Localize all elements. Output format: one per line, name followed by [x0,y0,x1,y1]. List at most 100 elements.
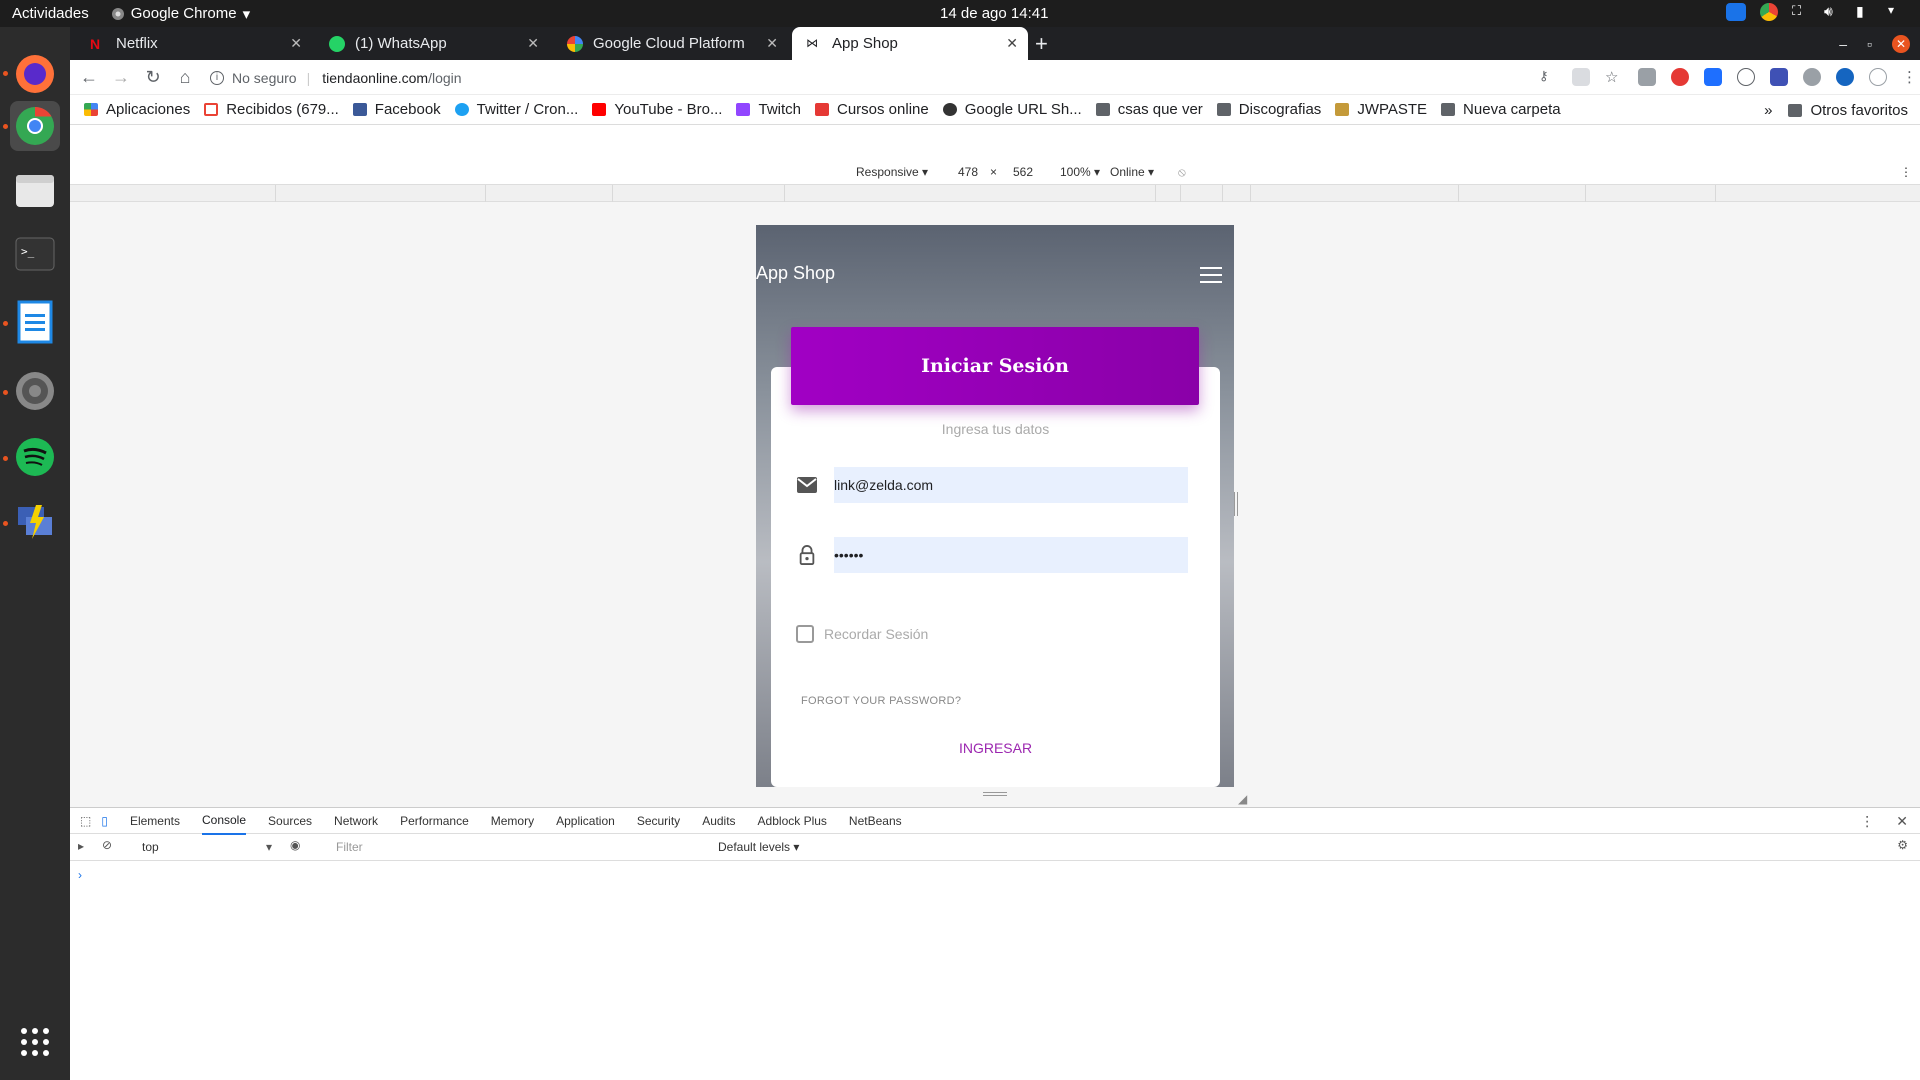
bookmark-youtube[interactable]: YouTube - Bro... [592,101,722,118]
profile-avatar[interactable] [1869,68,1887,86]
more-options-icon[interactable]: ⋮ [1900,165,1912,179]
other-bookmarks[interactable]: Otros favoritos [1788,102,1908,119]
console-filter-input[interactable]: Filter [328,838,708,857]
tab-performance[interactable]: Performance [400,808,469,834]
remote-desktop-icon[interactable] [10,497,60,547]
system-tray[interactable]: ⛶ 🔊︎ ▮ ▾ [1726,3,1906,21]
tab-google-cloud[interactable]: Google Cloud Platform ✕ [553,27,788,60]
width-resize-handle[interactable] [1234,492,1238,516]
bookmark-jwpaste[interactable]: JWPASTE [1335,101,1427,118]
new-tab-button[interactable]: + [1035,31,1048,57]
settings-icon[interactable] [10,366,60,416]
tab-whatsapp[interactable]: (1) WhatsApp ✕ [315,27,549,60]
clock[interactable]: 14 de ago 14:41 [940,5,1048,22]
bookmark-folder-nueva[interactable]: Nueva carpeta [1441,101,1561,118]
tab-netflix[interactable]: N Netflix ✕ [76,27,312,60]
network-icon[interactable]: ⛶ [1792,3,1810,21]
terminal-icon[interactable]: >_ [10,229,60,279]
context-select[interactable]: top ▾ [142,840,272,854]
inspect-element-icon[interactable]: ⬚ [80,814,91,828]
extension-icon[interactable] [1638,68,1656,86]
tab-netbeans[interactable]: NetBeans [849,808,902,834]
tab-audits[interactable]: Audits [702,808,735,834]
tab-adblock-plus[interactable]: Adblock Plus [758,808,827,834]
media-query-ruler[interactable] [70,185,1920,202]
login-submit-button[interactable]: INGRESAR [771,740,1220,756]
devtools-menu-icon[interactable]: ⋮ [1860,813,1874,830]
sidebar-toggle-icon[interactable]: ▸ [78,839,84,853]
tab-elements[interactable]: Elements [130,808,180,834]
hamburger-menu-icon[interactable] [1200,267,1222,288]
show-applications-icon[interactable] [10,1017,60,1067]
spotify-icon[interactable] [10,432,60,482]
forgot-password-link[interactable]: FORGOT YOUR PASSWORD? [801,695,961,707]
firefox-icon[interactable] [10,49,60,99]
console-prompt[interactable]: › [78,868,82,882]
reload-button[interactable]: ↻ [140,67,166,88]
address-bar[interactable]: i No seguro | tiendaonline.com/login [210,64,462,91]
log-levels-select[interactable]: Default levels ▾ [718,840,799,854]
back-button[interactable]: ← [76,67,102,88]
activities-button[interactable]: Actividades [12,5,89,22]
home-button[interactable]: ⌂ [172,67,198,88]
bookmark-apps[interactable]: Aplicaciones [84,101,190,118]
extension-icon[interactable] [1737,68,1755,86]
bookmark-url-shortener[interactable]: Google URL Sh... [942,101,1082,118]
bookmark-twitter[interactable]: Twitter / Cron... [454,101,578,118]
maximize-button[interactable]: ▫ [1867,36,1872,52]
volume-icon[interactable]: 🔊︎ [1824,3,1842,21]
key-icon[interactable]: ⚷ [1539,68,1557,86]
writer-icon[interactable] [10,297,60,347]
zoom-select[interactable]: 100% ▾ [1060,165,1100,179]
translate-icon[interactable] [1572,68,1590,86]
tab-console[interactable]: Console [201,807,247,835]
window-close-button[interactable]: ✕ [1892,34,1910,53]
bookmark-folder-csas[interactable]: csas que ver [1095,101,1203,118]
more-menu-icon[interactable]: ⋮ [1902,68,1917,86]
remember-checkbox[interactable] [796,625,814,643]
tab-memory[interactable]: Memory [491,808,534,834]
chrome-icon[interactable] [10,101,60,151]
extension-icon[interactable] [1770,68,1788,86]
dropbox-icon[interactable] [1704,68,1722,86]
tab-sources[interactable]: Sources [268,808,312,834]
eye-icon[interactable]: ◉ [290,838,300,852]
corner-resize-handle[interactable]: ◢ [1238,792,1247,806]
remember-checkbox-row[interactable]: Recordar Sesión [796,625,928,643]
email-input[interactable]: link@zelda.com [834,467,1188,503]
rotate-icon[interactable]: ⦸ [1178,165,1186,180]
close-icon[interactable]: ✕ [766,35,778,52]
tab-app-shop[interactable]: ⋈ App Shop ✕ [792,27,1028,60]
device-height[interactable]: 562 [1013,165,1033,179]
clear-console-icon[interactable]: ⊘ [102,838,112,852]
navbar-brand[interactable]: App Shop [756,263,835,284]
device-width[interactable]: 478 [958,165,978,179]
url-text[interactable]: tiendaonline.com/login [322,70,461,86]
extension-icon[interactable] [1803,68,1821,86]
device-toggle-icon[interactable]: ▯ [101,814,108,828]
teamviewer-icon[interactable] [1726,3,1746,21]
chrome-tray-icon[interactable] [1760,3,1778,21]
system-menu-icon[interactable]: ▾ [1888,3,1906,21]
close-icon[interactable]: ✕ [1006,35,1018,52]
bookmark-gmail[interactable]: Recibidos (679... [204,101,339,118]
network-throttle-select[interactable]: Online ▾ [1110,165,1154,179]
adblock-icon[interactable] [1671,68,1689,86]
bookmark-twitch[interactable]: Twitch [736,101,801,118]
extension-icon[interactable] [1836,68,1854,86]
files-icon[interactable] [10,165,60,215]
console-settings-icon[interactable]: ⚙ [1897,838,1908,852]
devtools-close-icon[interactable]: ✕ [1896,813,1908,830]
bookmark-cursos[interactable]: Cursos online [815,101,929,118]
app-menu[interactable]: Google Chrome ▾ [111,5,250,23]
close-icon[interactable]: ✕ [290,35,302,52]
star-icon[interactable]: ☆ [1605,68,1623,86]
device-mode-select[interactable]: Responsive ▾ [856,165,928,179]
tab-application[interactable]: Application [556,808,615,834]
bookmark-folder-discografias[interactable]: Discografias [1216,101,1321,118]
tab-network[interactable]: Network [334,808,378,834]
forward-button[interactable]: → [108,67,134,88]
battery-icon[interactable]: ▮ [1856,3,1874,21]
more-bookmarks-button[interactable]: » [1764,102,1772,119]
close-icon[interactable]: ✕ [527,35,539,52]
